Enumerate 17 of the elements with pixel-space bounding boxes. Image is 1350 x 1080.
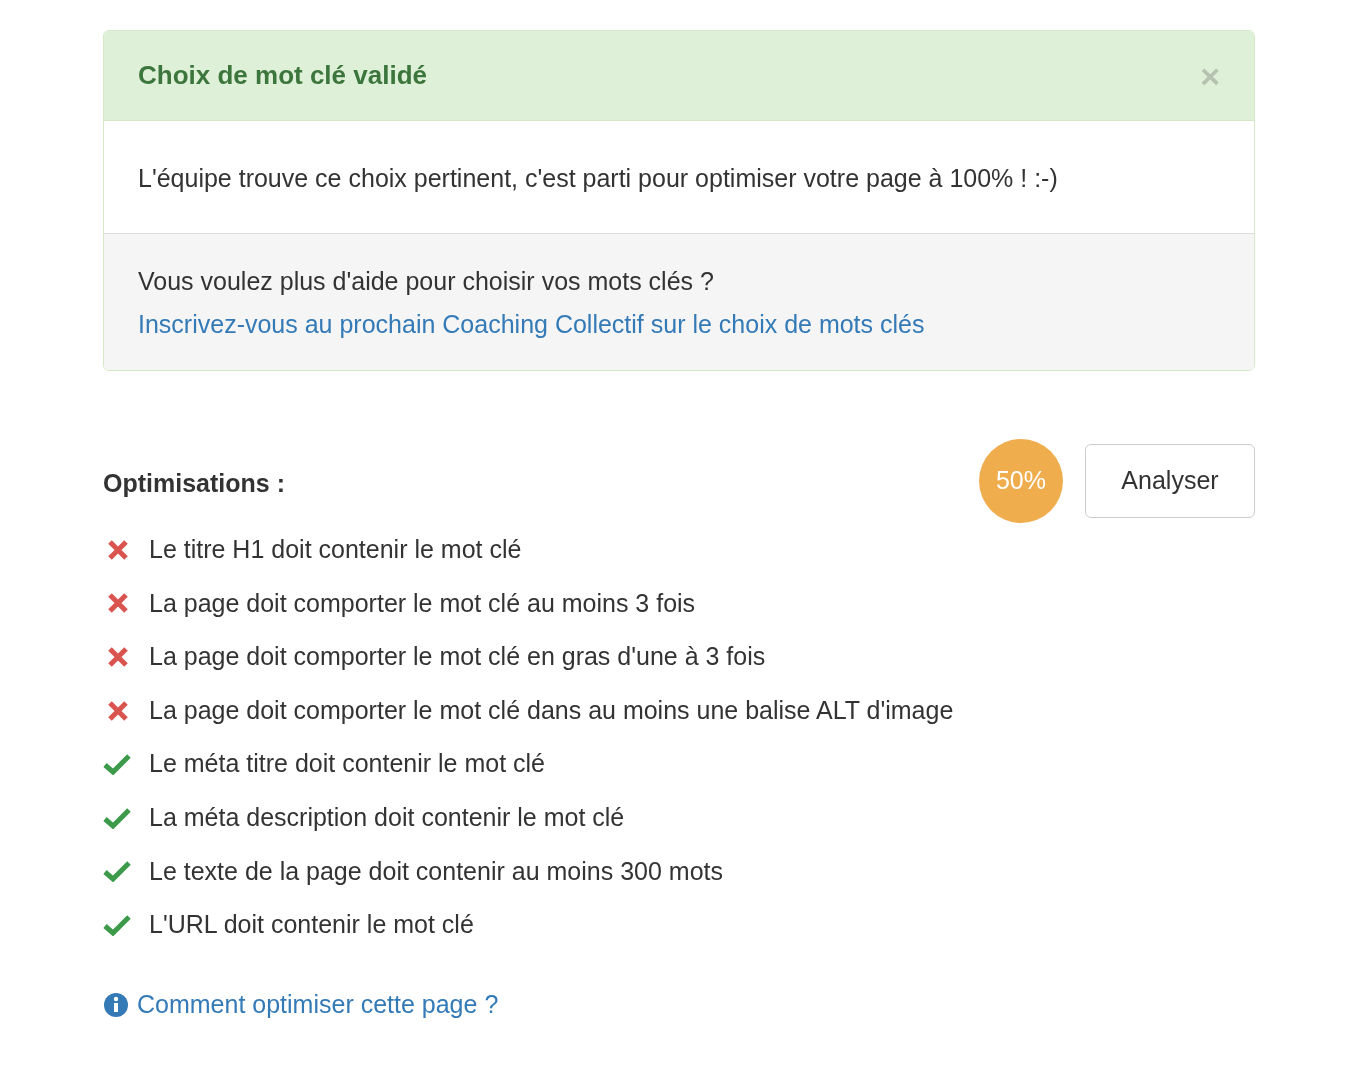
alert-title: Choix de mot clé validé — [138, 59, 427, 92]
coaching-link[interactable]: Inscrivez-vous au prochain Coaching Collectif sur le choix de mots clés — [138, 303, 925, 346]
optimisation-item: La page doit comporter le mot clé au moins 3 fois — [149, 587, 696, 619]
optimisation-item: La page doit comporter le mot clé en gras d'une à 3 fois — [149, 641, 766, 673]
optimisation-item: La page doit comporter le mot clé dans au moins une balise ALT d'image — [149, 694, 954, 726]
optimisation-item: Le méta titre doit contenir le mot clé — [149, 748, 546, 780]
alert-message: L'équipe trouve ce choix pertinent, c'est parti pour optimiser votre page à 100% ! :-) — [138, 163, 1059, 194]
help-link[interactable]: Comment optimiser cette page ? — [103, 985, 499, 1024]
help-question: Vous voulez plus d'aide pour choisir vos mots clés ? — [138, 266, 715, 297]
section-title: Optimisations : — [103, 468, 285, 500]
optimisation-item: Le titre H1 doit contenir le mot clé — [149, 534, 522, 566]
info-icon — [103, 991, 129, 1018]
optimisation-item: Le texte de la page doit contenir au moins 300 mots — [149, 855, 723, 887]
analyze-button[interactable]: Analyser — [1085, 444, 1255, 518]
score-badge: 50% — [979, 439, 1063, 523]
optimisation-item: L'URL doit contenir le mot clé — [149, 909, 474, 941]
optimisation-item: La méta description doit contenir le mot clé — [149, 802, 625, 833]
